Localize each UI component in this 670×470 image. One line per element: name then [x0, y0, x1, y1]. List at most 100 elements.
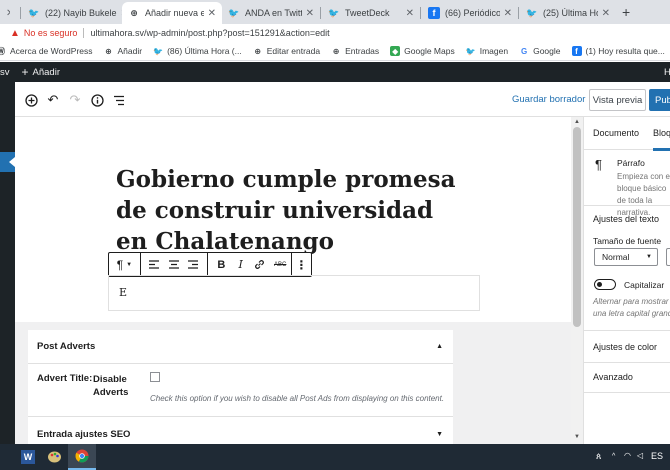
wifi-icon[interactable]: ◠	[624, 451, 631, 460]
wordpress-icon: ⊕	[332, 46, 340, 56]
account-fragment[interactable]: H	[664, 67, 670, 78]
dropcap-help: Alternar para mostrar una letra capital …	[593, 297, 670, 318]
url-text[interactable]: ultimahora.sv/wp-admin/post.php?post=151…	[90, 28, 329, 38]
os-taskbar: W ጰ ^ ◠ ◁ ES	[0, 444, 670, 470]
metabox-header[interactable]: Post Adverts ▲	[28, 330, 453, 364]
address-bar[interactable]: ▲ No es seguro ultimahora.sv/wp-admin/po…	[0, 24, 670, 42]
info-icon[interactable]	[89, 92, 105, 108]
tab-label: (66) Periódico Digital	[445, 8, 500, 18]
new-content-link[interactable]: Añadir	[33, 67, 60, 78]
new-tab-icon[interactable]: +	[622, 4, 630, 20]
twitter-icon: 🐦	[526, 7, 538, 18]
more-options-icon[interactable]: ⋮	[292, 253, 311, 276]
bookmark-item[interactable]: G Google	[519, 46, 561, 56]
site-name-fragment[interactable]: sv	[0, 67, 10, 78]
seo-metabox-header[interactable]: Entrada ajustes SEO ▼	[28, 417, 453, 444]
word-icon[interactable]: W	[14, 444, 42, 470]
paragraph-transform-button[interactable]: ¶ ▼	[109, 253, 140, 276]
bookmarks-bar: Ⓦ Acerca de WordPress ⊕ Añadir 🐦 (86) Úl…	[0, 42, 670, 61]
collapse-icon[interactable]: ▲	[436, 343, 443, 350]
paragraph-icon: ¶	[595, 157, 602, 172]
wordpress-icon: ⊕	[130, 7, 138, 18]
disable-adverts-label: Disable Adverts	[93, 374, 129, 398]
expand-icon[interactable]: ▼	[436, 431, 443, 438]
preview-button[interactable]: Vista previa	[589, 89, 646, 111]
font-size-label: Tamaño de fuente	[593, 236, 662, 246]
bookmark-item[interactable]: 🐦 Imagen	[466, 46, 508, 56]
tab-document[interactable]: Documento	[593, 128, 639, 138]
browser-tab-strip: ✕ 🐦 (22) Nayib Bukele ✕ ⊕ Añadir nueva e…	[0, 0, 670, 24]
bookmark-item[interactable]: Ⓦ Acerca de WordPress	[0, 46, 93, 56]
close-icon[interactable]: ✕	[598, 8, 610, 19]
tray-chevron-icon[interactable]: ^	[612, 453, 615, 460]
editor-scrollbar[interactable]: ▲ ▼	[571, 117, 583, 444]
volume-icon[interactable]: ◁	[637, 451, 643, 460]
close-icon[interactable]: ✕	[500, 8, 512, 19]
wordpress-icon: ⊕	[254, 46, 262, 56]
align-center-icon[interactable]	[164, 253, 183, 276]
google-icon: G	[520, 46, 528, 56]
tab-twitter-nayib[interactable]: 🐦 (22) Nayib Bukele ✕	[22, 2, 122, 24]
close-icon[interactable]: ✕	[204, 8, 216, 19]
tab-active-post[interactable]: ⊕ Añadir nueva entrada ✕	[122, 2, 222, 24]
tab-block[interactable]: Bloque	[653, 128, 670, 151]
scroll-up-icon[interactable]: ▲	[574, 119, 580, 125]
paint-icon[interactable]	[40, 444, 68, 470]
facebook-icon: f	[571, 46, 582, 56]
align-left-icon[interactable]	[145, 253, 164, 276]
text-settings-panel-toggle[interactable]: Ajustes del texto	[593, 214, 659, 224]
save-draft-button[interactable]: Guardar borrador	[512, 94, 585, 105]
bookmark-item[interactable]: 🐦 (86) Última Hora (...	[153, 46, 242, 56]
paragraph-text[interactable]: E	[119, 286, 127, 299]
disable-adverts-help: Check this option if you wish to disable…	[150, 394, 445, 403]
chrome-icon[interactable]	[68, 444, 96, 470]
add-block-icon[interactable]	[23, 92, 39, 108]
warning-icon[interactable]: ▲	[10, 28, 20, 39]
tab-tweetdeck[interactable]: 🐦 TweetDeck ✕	[322, 2, 420, 24]
bookmark-item[interactable]: ⊕ Añadir	[104, 46, 142, 56]
twitter-icon: 🐦	[465, 46, 476, 56]
people-icon[interactable]: ጰ	[596, 451, 601, 462]
align-right-icon[interactable]	[183, 253, 202, 276]
bookmark-item[interactable]: ⊕ Entradas	[331, 46, 379, 56]
scroll-down-icon[interactable]: ▼	[574, 434, 580, 440]
language-indicator[interactable]: ES	[651, 451, 663, 461]
bookmark-item[interactable]: f (1) Hoy resulta que...	[571, 46, 665, 56]
redo-icon[interactable]: ↷	[67, 92, 83, 108]
post-title[interactable]: Gobierno cumple promesa de construir uni…	[116, 164, 461, 257]
tab-twitter-anda[interactable]: 🐦 ANDA en Twitter: ✕	[222, 2, 320, 24]
disable-adverts-checkbox[interactable]	[150, 372, 160, 382]
editor-content: Gobierno cumple promesa de construir uni…	[15, 117, 571, 444]
wordpress-icon: Ⓦ	[0, 46, 5, 56]
paragraph-block[interactable]: E	[108, 275, 480, 311]
link-icon[interactable]	[250, 253, 269, 276]
advanced-panel-toggle[interactable]: Avanzado	[593, 372, 633, 382]
custom-font-size-input[interactable]	[666, 248, 670, 266]
tab-facebook-periodico[interactable]: f (66) Periódico Digital ✕	[422, 2, 518, 24]
tab-label: TweetDeck	[345, 8, 390, 18]
dropcap-toggle[interactable]	[594, 279, 616, 290]
close-icon[interactable]: ✕	[302, 8, 314, 19]
wordpress-icon: ⊕	[105, 46, 112, 56]
plus-icon[interactable]: +	[22, 65, 29, 79]
scrollbar-thumb[interactable]	[573, 127, 581, 327]
close-icon[interactable]: ✕	[402, 8, 414, 19]
tab-partial[interactable]: ✕	[0, 2, 10, 24]
italic-button[interactable]: I	[231, 253, 250, 276]
block-name: Párrafo	[617, 158, 645, 168]
current-menu-item[interactable]	[0, 152, 15, 172]
bold-button[interactable]: B	[212, 253, 231, 276]
color-settings-panel-toggle[interactable]: Ajustes de color	[593, 342, 657, 352]
block-navigation-icon[interactable]	[111, 92, 127, 108]
tab-label: (25) Última Hora	[543, 8, 598, 18]
undo-icon[interactable]: ↶	[45, 92, 61, 108]
bookmark-item[interactable]: ◆ Google Maps	[390, 46, 455, 56]
publish-button[interactable]: Publ	[649, 89, 670, 111]
bookmark-item[interactable]: ⊕ Editar entrada	[253, 46, 320, 56]
security-status[interactable]: No es seguro	[24, 28, 78, 38]
twitter-icon: 🐦	[328, 7, 340, 18]
font-size-select[interactable]: Normal ▼	[594, 248, 658, 266]
strikethrough-button[interactable]: ABC	[270, 253, 291, 276]
tab-twitter-ultimahora[interactable]: 🐦 (25) Última Hora ✕	[520, 2, 616, 24]
close-icon[interactable]: ✕	[2, 8, 10, 19]
